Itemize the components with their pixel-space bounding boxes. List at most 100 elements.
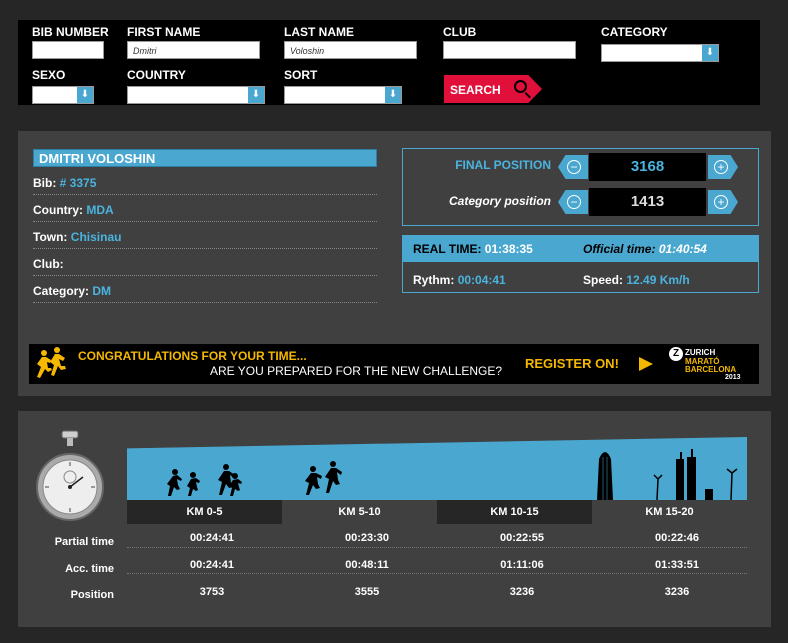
official-time: Official time: 01:40:54 bbox=[583, 242, 707, 256]
position-cell: 3555 bbox=[354, 586, 380, 598]
zurich-logo-icon: Z bbox=[669, 347, 683, 361]
final-position-label: FINAL POSITION bbox=[455, 158, 551, 172]
search-button[interactable]: SEARCH bbox=[444, 75, 542, 103]
rythm-value: 00:04:41 bbox=[457, 273, 506, 287]
split-header-km0-5: KM 0-5 bbox=[127, 500, 282, 524]
rythm-label: Rythm: bbox=[413, 273, 455, 287]
banner-challenge-text: ARE YOU PREPARED FOR THE NEW CHALLENGE? bbox=[210, 364, 503, 378]
athlete-result-panel: DMITRI VOLOSHIN Bib: # 3375 Country: MDA… bbox=[18, 131, 771, 396]
country-label: COUNTRY bbox=[127, 68, 186, 82]
bib-number-label: BIB NUMBER bbox=[32, 25, 109, 39]
athlete-name: DMITRI VOLOSHIN bbox=[33, 149, 377, 167]
club-label: CLUB bbox=[443, 25, 477, 39]
search-icon bbox=[514, 80, 527, 93]
position-cell: 3236 bbox=[664, 586, 690, 598]
position-cell: 3236 bbox=[509, 586, 535, 598]
speed-label: Speed: bbox=[583, 273, 624, 287]
chevron-down-icon: ⬇ bbox=[248, 87, 264, 103]
partial-time-cell: 00:23:30 bbox=[344, 532, 390, 544]
real-time-label: REAL TIME: bbox=[413, 242, 482, 256]
position-label: Position bbox=[70, 589, 114, 601]
town-value: Chisinau bbox=[70, 230, 122, 244]
split-header-km15-20: KM 15-20 bbox=[592, 500, 747, 524]
sort-label: SORT bbox=[284, 68, 318, 82]
chevron-down-icon: ⬇ bbox=[702, 45, 718, 61]
category-info-label: Category: bbox=[33, 284, 90, 298]
category-label: CATEGORY bbox=[601, 25, 668, 39]
speed-value: 12.49 Km/h bbox=[626, 273, 690, 287]
row-divider bbox=[127, 573, 747, 574]
logo-zurich: ZURICH bbox=[685, 348, 716, 357]
club-info-label: Club: bbox=[33, 257, 64, 271]
search-button-label: SEARCH bbox=[450, 83, 501, 97]
final-position-plus-button[interactable]: + bbox=[708, 155, 738, 179]
acc-time-cell: 00:24:41 bbox=[189, 559, 235, 571]
runners-icon bbox=[37, 347, 66, 378]
partial-time-cell: 00:22:46 bbox=[654, 532, 700, 544]
banner-congrats-text: CONGRATULATIONS FOR YOUR TIME... bbox=[78, 349, 307, 363]
minus-icon: − bbox=[567, 195, 581, 209]
acc-time-cell: 01:33:51 bbox=[654, 559, 700, 571]
town-label: Town: bbox=[33, 230, 68, 244]
rythm: Rythm: 00:04:41 bbox=[413, 273, 506, 287]
town-row: Town: Chisinau bbox=[33, 222, 377, 249]
play-arrow-icon bbox=[639, 357, 653, 371]
category-position-label: Category position bbox=[448, 194, 551, 208]
bib-number-input[interactable] bbox=[32, 41, 104, 59]
acc-time-label: Acc. time bbox=[65, 563, 114, 575]
first-name-label: FIRST NAME bbox=[127, 25, 201, 39]
logo-barcelona: BARCELONA bbox=[685, 365, 737, 374]
position-box: FINAL POSITION − 3168 + Category positio… bbox=[402, 148, 759, 226]
acc-time-cell: 01:11:06 bbox=[500, 559, 544, 571]
logo-year: 2013 bbox=[725, 374, 741, 381]
partial-time-label: Partial time bbox=[54, 536, 114, 548]
register-on-link[interactable]: REGISTER ON! bbox=[525, 356, 619, 371]
partial-time-cell: 00:22:55 bbox=[499, 532, 545, 544]
bib-row: Bib: # 3375 bbox=[33, 168, 377, 195]
category-position-value: 1413 bbox=[589, 188, 706, 216]
speed: Speed: 12.49 Km/h bbox=[583, 273, 690, 287]
chevron-down-icon: ⬇ bbox=[385, 87, 401, 103]
club-row: Club: bbox=[33, 249, 377, 276]
row-divider bbox=[127, 547, 747, 548]
splits-panel: KM 0-5 KM 5-10 KM 10-15 KM 15-20 Partial… bbox=[18, 411, 771, 627]
club-input[interactable] bbox=[443, 41, 576, 59]
country-value: MDA bbox=[86, 203, 114, 217]
category-row: Category: DM bbox=[33, 276, 377, 303]
official-time-label: Official time: bbox=[583, 242, 656, 256]
acc-time-cell: 00:48:11 bbox=[345, 559, 389, 571]
position-cell: 3753 bbox=[199, 586, 225, 598]
partial-time-cell: 00:24:41 bbox=[189, 532, 235, 544]
country-row: Country: MDA bbox=[33, 195, 377, 222]
sort-select[interactable]: ⬇ bbox=[284, 86, 402, 104]
plus-icon: + bbox=[714, 195, 728, 209]
times-box: REAL TIME: 01:38:35 Official time: 01:40… bbox=[402, 235, 759, 293]
country-select[interactable]: ⬇ bbox=[127, 86, 265, 104]
last-name-label: LAST NAME bbox=[284, 25, 354, 39]
skyline-illustration bbox=[167, 449, 738, 500]
final-position-minus-button[interactable]: − bbox=[558, 155, 588, 179]
register-banner[interactable]: CONGRATULATIONS FOR YOUR TIME... ARE YOU… bbox=[29, 344, 759, 384]
final-position-value: 3168 bbox=[589, 153, 706, 181]
first-name-input[interactable]: Dmitri bbox=[127, 41, 260, 59]
category-value: DM bbox=[92, 284, 112, 298]
stopwatch-icon bbox=[36, 430, 104, 521]
plus-icon: + bbox=[714, 160, 728, 174]
country-info-label: Country: bbox=[33, 203, 83, 217]
category-position-plus-button[interactable]: + bbox=[708, 190, 738, 214]
last-name-input[interactable]: Voloshin bbox=[284, 41, 417, 59]
search-filters-panel: BIB NUMBER FIRST NAME Dmitri LAST NAME V… bbox=[18, 20, 760, 105]
split-header-km5-10: KM 5-10 bbox=[282, 500, 437, 524]
bib-value: # 3375 bbox=[59, 176, 97, 190]
official-time-value: 01:40:54 bbox=[658, 242, 707, 256]
real-time: REAL TIME: 01:38:35 bbox=[413, 242, 533, 256]
chevron-down-icon: ⬇ bbox=[77, 87, 93, 103]
category-position-minus-button[interactable]: − bbox=[558, 190, 588, 214]
bib-label: Bib: bbox=[33, 176, 57, 190]
real-time-value: 01:38:35 bbox=[484, 242, 533, 256]
minus-icon: − bbox=[567, 160, 581, 174]
sexo-select[interactable]: ⬇ bbox=[32, 86, 94, 104]
category-select[interactable]: ⬇ bbox=[601, 44, 719, 62]
split-header-km10-15: KM 10-15 bbox=[437, 500, 592, 524]
sexo-label: SEXO bbox=[32, 68, 66, 82]
